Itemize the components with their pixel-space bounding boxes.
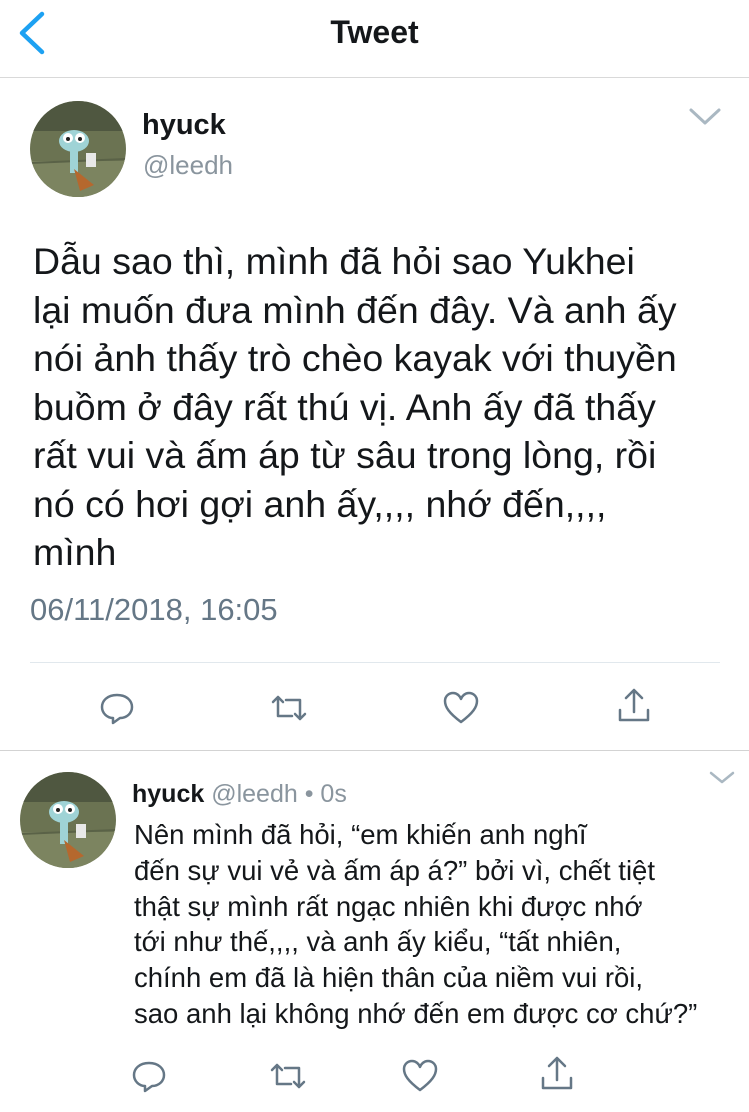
page-title: Tweet	[330, 14, 419, 50]
reply-icon	[132, 1061, 166, 1093]
like-button[interactable]	[441, 688, 481, 728]
chevron-down-icon	[709, 771, 735, 784]
chevron-down-icon	[689, 108, 721, 125]
retweet-icon	[270, 1063, 306, 1089]
avatar-image	[30, 101, 126, 197]
retweet-button[interactable]	[269, 688, 309, 728]
divider	[30, 662, 720, 663]
tweet-menu-button[interactable]	[688, 106, 722, 128]
handle[interactable]: @leedh	[143, 150, 233, 181]
like-icon	[402, 1059, 438, 1092]
reply-avatar[interactable]	[20, 772, 116, 868]
share-icon	[541, 1056, 573, 1090]
reply-reply-button[interactable]	[129, 1056, 169, 1096]
reply-button[interactable]	[97, 688, 137, 728]
reply-icon	[100, 693, 134, 725]
reply-menu-button[interactable]	[708, 770, 736, 786]
display-name[interactable]: hyuck	[142, 109, 226, 142]
timestamp: 06/11/2018, 16:05	[30, 592, 278, 627]
reply-header: hyuck @leedh • 0s	[132, 780, 347, 809]
reply-share-button[interactable]	[537, 1054, 577, 1094]
nav-bar: Tweet	[0, 0, 749, 78]
reply-handle-time[interactable]: @leedh • 0s	[211, 780, 347, 808]
share-icon	[618, 688, 650, 722]
like-icon	[443, 691, 479, 724]
reply-like-button[interactable]	[400, 1056, 440, 1096]
reply-text: Nên mình đã hỏi, “em khiến anh nghĩ đến …	[134, 819, 698, 1029]
reply-retweet-button[interactable]	[268, 1056, 308, 1096]
reply-display-name[interactable]: hyuck	[132, 780, 204, 808]
tweet-text: Dẫu sao thì, mình đã hỏi sao Yukhei lại …	[33, 240, 677, 573]
avatar[interactable]	[30, 101, 126, 197]
retweet-icon	[271, 695, 307, 721]
section-separator	[0, 750, 749, 751]
avatar-image	[20, 772, 116, 868]
share-button[interactable]	[614, 686, 654, 726]
